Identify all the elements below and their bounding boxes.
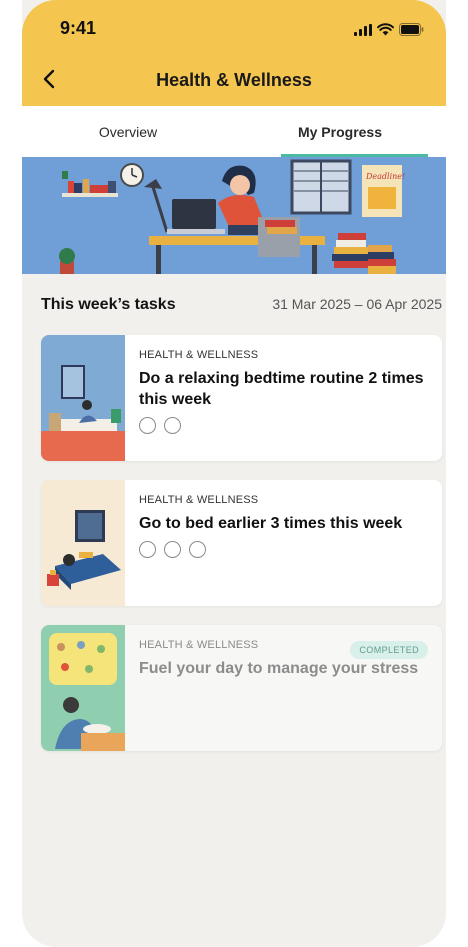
tab-bar: Overview My Progress xyxy=(22,106,446,157)
completed-badge: COMPLETED xyxy=(350,641,428,659)
sticky-note-text: Deadline! xyxy=(365,172,405,181)
task-image-bedtime xyxy=(41,335,125,461)
task-progress xyxy=(139,541,430,558)
header-bar: 9:41 Health & Wellness xyxy=(22,0,446,106)
progress-circle-3[interactable] xyxy=(189,541,206,558)
tab-my-progress[interactable]: My Progress xyxy=(234,106,446,157)
task-card-bed-earlier[interactable]: HEALTH & WELLNESS Go to bed earlier 3 ti… xyxy=(41,480,442,606)
task-image-fuel xyxy=(41,625,125,751)
task-image-bed-earlier xyxy=(41,480,125,606)
wifi-icon xyxy=(377,23,394,36)
progress-circle-2[interactable] xyxy=(164,417,181,434)
progress-circle-1[interactable] xyxy=(139,541,156,558)
task-title: Go to bed earlier 3 times this week xyxy=(139,515,403,532)
battery-icon xyxy=(399,23,424,36)
phone-screen: 9:41 Health & Wellness Overview My Progr… xyxy=(22,0,446,947)
task-card-bedtime-routine[interactable]: HEALTH & WELLNESS Do a relaxing bedtime … xyxy=(41,335,442,461)
hero-illustration: Deadline! xyxy=(22,157,446,274)
task-category: HEALTH & WELLNESS xyxy=(139,349,259,361)
task-progress xyxy=(139,417,430,434)
signal-icon xyxy=(354,24,372,36)
tab-overview[interactable]: Overview xyxy=(22,106,234,157)
date-range: 31 Mar 2025 – 06 Apr 2025 xyxy=(272,296,442,312)
section-title: This week’s tasks xyxy=(41,296,176,313)
progress-circle-2[interactable] xyxy=(164,541,181,558)
task-category: HEALTH & WELLNESS xyxy=(139,494,259,506)
status-icons xyxy=(354,22,424,36)
status-time: 9:41 xyxy=(60,18,97,38)
task-card-fuel-your-day[interactable]: HEALTH & WELLNESS Fuel your day to manag… xyxy=(41,625,442,751)
tasks-section-header: This week’s tasks 31 Mar 2025 – 06 Apr 2… xyxy=(41,296,442,314)
task-title: Fuel your day to manage your stress xyxy=(139,660,419,677)
task-title: Do a relaxing bedtime routine 2 times th… xyxy=(139,370,424,408)
page-title: Health & Wellness xyxy=(156,70,312,90)
progress-circle-1[interactable] xyxy=(139,417,156,434)
